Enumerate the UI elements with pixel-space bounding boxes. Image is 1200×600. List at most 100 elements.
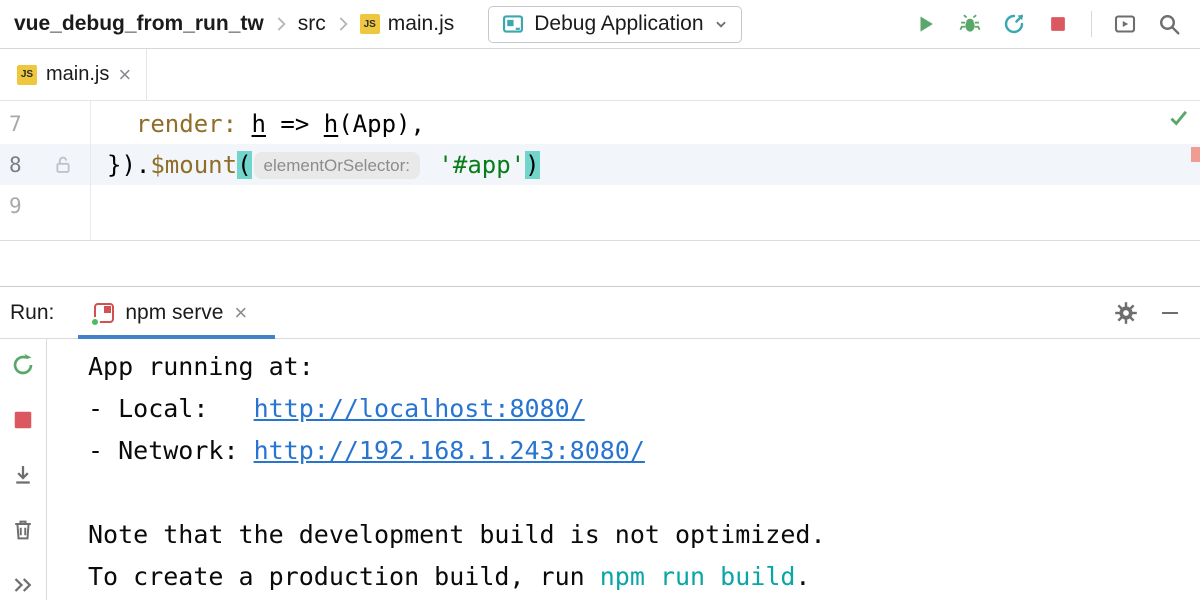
console-text: - Local: bbox=[88, 394, 254, 423]
code-line-8[interactable]: 8}).$mount(elementOrSelector: '#app') bbox=[0, 144, 1200, 185]
console-url-link[interactable]: http://192.168.1.243:8080/ bbox=[254, 436, 645, 465]
chevron-right-icon bbox=[275, 16, 287, 32]
console-command-text: npm run build bbox=[600, 562, 796, 591]
profiler-button[interactable] bbox=[995, 5, 1033, 43]
scroll-to-end-icon bbox=[11, 463, 35, 487]
bug-icon bbox=[959, 13, 981, 35]
code-token: $mount bbox=[150, 151, 237, 179]
editor-gutter: 8 bbox=[0, 144, 90, 185]
code-token bbox=[107, 110, 136, 138]
console-text: Note that the development build is not o… bbox=[88, 520, 826, 549]
scrollbar-error-stripe[interactable] bbox=[1191, 147, 1200, 162]
inspections-ok-icon[interactable] bbox=[1168, 107, 1190, 134]
console-toolbar bbox=[0, 339, 47, 600]
code-token: }). bbox=[107, 151, 150, 179]
run-tool-window-body: App running at: - Local: http://localhost… bbox=[0, 339, 1200, 600]
running-indicator-dot bbox=[90, 317, 100, 327]
more-actions-button[interactable] bbox=[10, 572, 36, 598]
code-token: render: bbox=[136, 110, 237, 138]
code-editor[interactable]: 7 render: h => h(App),8}).$mount(element… bbox=[0, 101, 1200, 241]
search-everywhere-button[interactable] bbox=[1150, 5, 1188, 43]
code-token: ( bbox=[237, 151, 251, 179]
run-tab-npm-serve[interactable]: npm serve × bbox=[78, 287, 275, 338]
console-line: App running at: bbox=[88, 345, 1200, 387]
breadcrumb-file-label: main.js bbox=[388, 12, 455, 36]
run-header-actions bbox=[1114, 301, 1200, 325]
run-config-dropdown[interactable]: Debug Application bbox=[488, 6, 741, 43]
console-text: - Network: bbox=[88, 436, 254, 465]
console-line bbox=[88, 471, 1200, 513]
lock-open-icon[interactable] bbox=[36, 155, 90, 175]
run-panel-title: Run: bbox=[10, 301, 54, 325]
clear-console-button[interactable] bbox=[10, 517, 36, 543]
ide-window: vue_debug_from_run_tw src JS main.js Deb… bbox=[0, 0, 1200, 600]
code-token bbox=[424, 151, 438, 179]
line-number: 9 bbox=[0, 194, 36, 218]
editor-tab-bar: JS main.js × bbox=[0, 49, 1200, 101]
stop-console-button[interactable] bbox=[10, 407, 36, 433]
line-number: 7 bbox=[0, 112, 36, 136]
editor-empty-area bbox=[0, 241, 1200, 286]
js-file-icon: JS bbox=[360, 14, 380, 34]
close-tab-icon[interactable]: × bbox=[234, 302, 247, 324]
code-line-7[interactable]: 7 render: h => h(App), bbox=[0, 103, 1200, 144]
toolbar-separator bbox=[1091, 11, 1092, 37]
run-icon bbox=[915, 13, 937, 35]
profiler-icon bbox=[1003, 13, 1025, 35]
scroll-to-end-button[interactable] bbox=[10, 462, 36, 488]
code-token: => bbox=[266, 110, 324, 138]
parameter-hint: elementOrSelector: bbox=[254, 152, 420, 179]
breadcrumb-file[interactable]: JS main.js bbox=[360, 12, 455, 36]
window-play-icon bbox=[1113, 12, 1137, 36]
main-toolbar: vue_debug_from_run_tw src JS main.js Deb… bbox=[0, 0, 1200, 49]
console-line: - Network: http://192.168.1.243:8080/ bbox=[88, 429, 1200, 471]
run-tool-window-header: Run: npm serve × bbox=[0, 287, 1200, 339]
line-number: 8 bbox=[0, 153, 36, 177]
code-line-9[interactable]: 9 bbox=[0, 185, 1200, 226]
editor-tab-mainjs[interactable]: JS main.js × bbox=[0, 49, 147, 100]
double-chevron-right-icon bbox=[11, 573, 35, 597]
hide-panel-button[interactable] bbox=[1162, 312, 1178, 314]
minimize-icon bbox=[1162, 312, 1178, 314]
editor-gutter: 7 bbox=[0, 103, 90, 144]
run-tool-window: Run: npm serve × bbox=[0, 286, 1200, 600]
debug-button[interactable] bbox=[951, 5, 989, 43]
code-token: '#app' bbox=[438, 151, 525, 179]
running-processes-button[interactable] bbox=[1106, 5, 1144, 43]
npm-run-icon bbox=[94, 303, 114, 323]
code-text: }).$mount(elementOrSelector: '#app') bbox=[90, 151, 540, 179]
breadcrumb-project[interactable]: vue_debug_from_run_tw bbox=[14, 12, 264, 36]
stop-button[interactable] bbox=[1039, 5, 1077, 43]
editor-gutter: 9 bbox=[0, 185, 90, 226]
search-icon bbox=[1157, 12, 1181, 36]
toolbar-run-actions bbox=[907, 5, 1188, 43]
console-url-link[interactable]: http://localhost:8080/ bbox=[254, 394, 585, 423]
close-tab-icon[interactable]: × bbox=[118, 64, 131, 86]
code-token bbox=[237, 110, 251, 138]
chevron-right-icon bbox=[337, 16, 349, 32]
code-token: h bbox=[252, 110, 266, 138]
code-token: ) bbox=[525, 151, 539, 179]
run-tab-label: npm serve bbox=[125, 301, 223, 325]
code-text: render: h => h(App), bbox=[90, 110, 425, 138]
code-token: h bbox=[324, 110, 338, 138]
console-output[interactable]: App running at: - Local: http://localhost… bbox=[47, 339, 1200, 600]
console-text: . bbox=[795, 562, 810, 591]
trash-icon bbox=[11, 518, 35, 542]
active-tab-underline bbox=[78, 335, 275, 339]
stop-icon bbox=[1047, 13, 1069, 35]
editor-tab-label: main.js bbox=[46, 63, 109, 86]
breadcrumb-src[interactable]: src bbox=[298, 12, 326, 36]
settings-gear-button[interactable] bbox=[1114, 301, 1138, 325]
run-config-icon bbox=[502, 13, 524, 35]
run-button[interactable] bbox=[907, 5, 945, 43]
console-text: To create a production build, run bbox=[88, 562, 600, 591]
console-line: Note that the development build is not o… bbox=[88, 513, 1200, 555]
console-text: App running at: bbox=[88, 352, 314, 381]
rerun-button[interactable] bbox=[10, 352, 36, 378]
gutter-separator bbox=[90, 101, 91, 240]
console-line: - Local: http://localhost:8080/ bbox=[88, 387, 1200, 429]
rerun-icon bbox=[11, 353, 35, 377]
js-file-icon: JS bbox=[17, 65, 37, 85]
breadcrumb: vue_debug_from_run_tw src JS main.js bbox=[14, 12, 454, 36]
